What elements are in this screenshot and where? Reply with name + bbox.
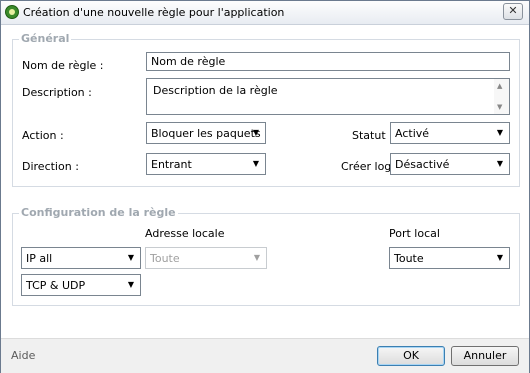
dialog-content: Général Nom de règle : Nom de règle Desc… <box>1 25 529 338</box>
rule-name-input[interactable]: Nom de règle <box>146 52 510 71</box>
scroll-down-icon[interactable]: ▼ <box>497 103 502 111</box>
direction-value: Entrant <box>151 158 192 171</box>
local-address-select: Toute ▼ <box>145 247 267 269</box>
chevron-down-icon: ▼ <box>127 280 134 289</box>
protocol-value: TCP & UDP <box>26 279 86 292</box>
config-legend: Configuration de la règle <box>19 206 178 219</box>
local-port-select[interactable]: Toute ▼ <box>389 247 510 269</box>
dialog-footer: Aide OK Annuler <box>1 338 529 373</box>
app-shield-icon <box>5 5 19 19</box>
cancel-button[interactable]: Annuler <box>451 346 519 366</box>
close-button[interactable]: ✕ <box>503 3 523 20</box>
ip-value: IP all <box>26 252 53 265</box>
status-label: Statut : <box>352 129 393 142</box>
direction-label: Direction : <box>22 160 79 173</box>
action-value: Bloquer les paquets <box>151 127 261 140</box>
status-value: Activé <box>395 127 430 140</box>
chevron-down-icon: ▼ <box>496 128 503 137</box>
protocol-select[interactable]: TCP & UDP ▼ <box>21 274 141 296</box>
description-textarea[interactable]: Description de la règle ▲ ▼ <box>146 78 510 115</box>
action-label: Action : <box>22 129 64 142</box>
local-port-label: Port local <box>389 227 440 240</box>
direction-select[interactable]: Entrant ▼ <box>146 153 266 175</box>
title-bar: Création d'une nouvelle règle pour l'app… <box>1 1 529 25</box>
description-text: Description de la règle <box>153 84 278 97</box>
chevron-down-icon: ▼ <box>252 128 259 137</box>
ip-select[interactable]: IP all ▼ <box>21 247 141 269</box>
chevron-down-icon: ▼ <box>253 253 260 262</box>
local-port-value: Toute <box>394 252 424 265</box>
chevron-down-icon: ▼ <box>252 159 259 168</box>
window-title: Création d'une nouvelle règle pour l'app… <box>23 6 285 19</box>
chevron-down-icon: ▼ <box>496 159 503 168</box>
chevron-down-icon: ▼ <box>496 253 503 262</box>
rule-name-label: Nom de règle : <box>22 59 104 72</box>
action-select[interactable]: Bloquer les paquets ▼ <box>146 122 266 144</box>
description-label: Description : <box>22 86 92 99</box>
status-select[interactable]: Activé ▼ <box>390 122 510 144</box>
ok-button[interactable]: OK <box>377 346 445 366</box>
log-select[interactable]: Désactivé ▼ <box>390 153 510 175</box>
local-address-value: Toute <box>150 252 180 265</box>
general-legend: Général <box>19 32 72 45</box>
log-label: Créer log: <box>341 160 395 173</box>
help-link[interactable]: Aide <box>11 349 35 362</box>
local-address-label: Adresse locale <box>145 227 225 240</box>
dialog-window: Création d'une nouvelle règle pour l'app… <box>0 0 530 373</box>
scroll-up-icon[interactable]: ▲ <box>497 82 502 90</box>
description-scrollbar[interactable]: ▲ ▼ <box>494 79 509 114</box>
log-value: Désactivé <box>395 158 450 171</box>
chevron-down-icon: ▼ <box>127 253 134 262</box>
